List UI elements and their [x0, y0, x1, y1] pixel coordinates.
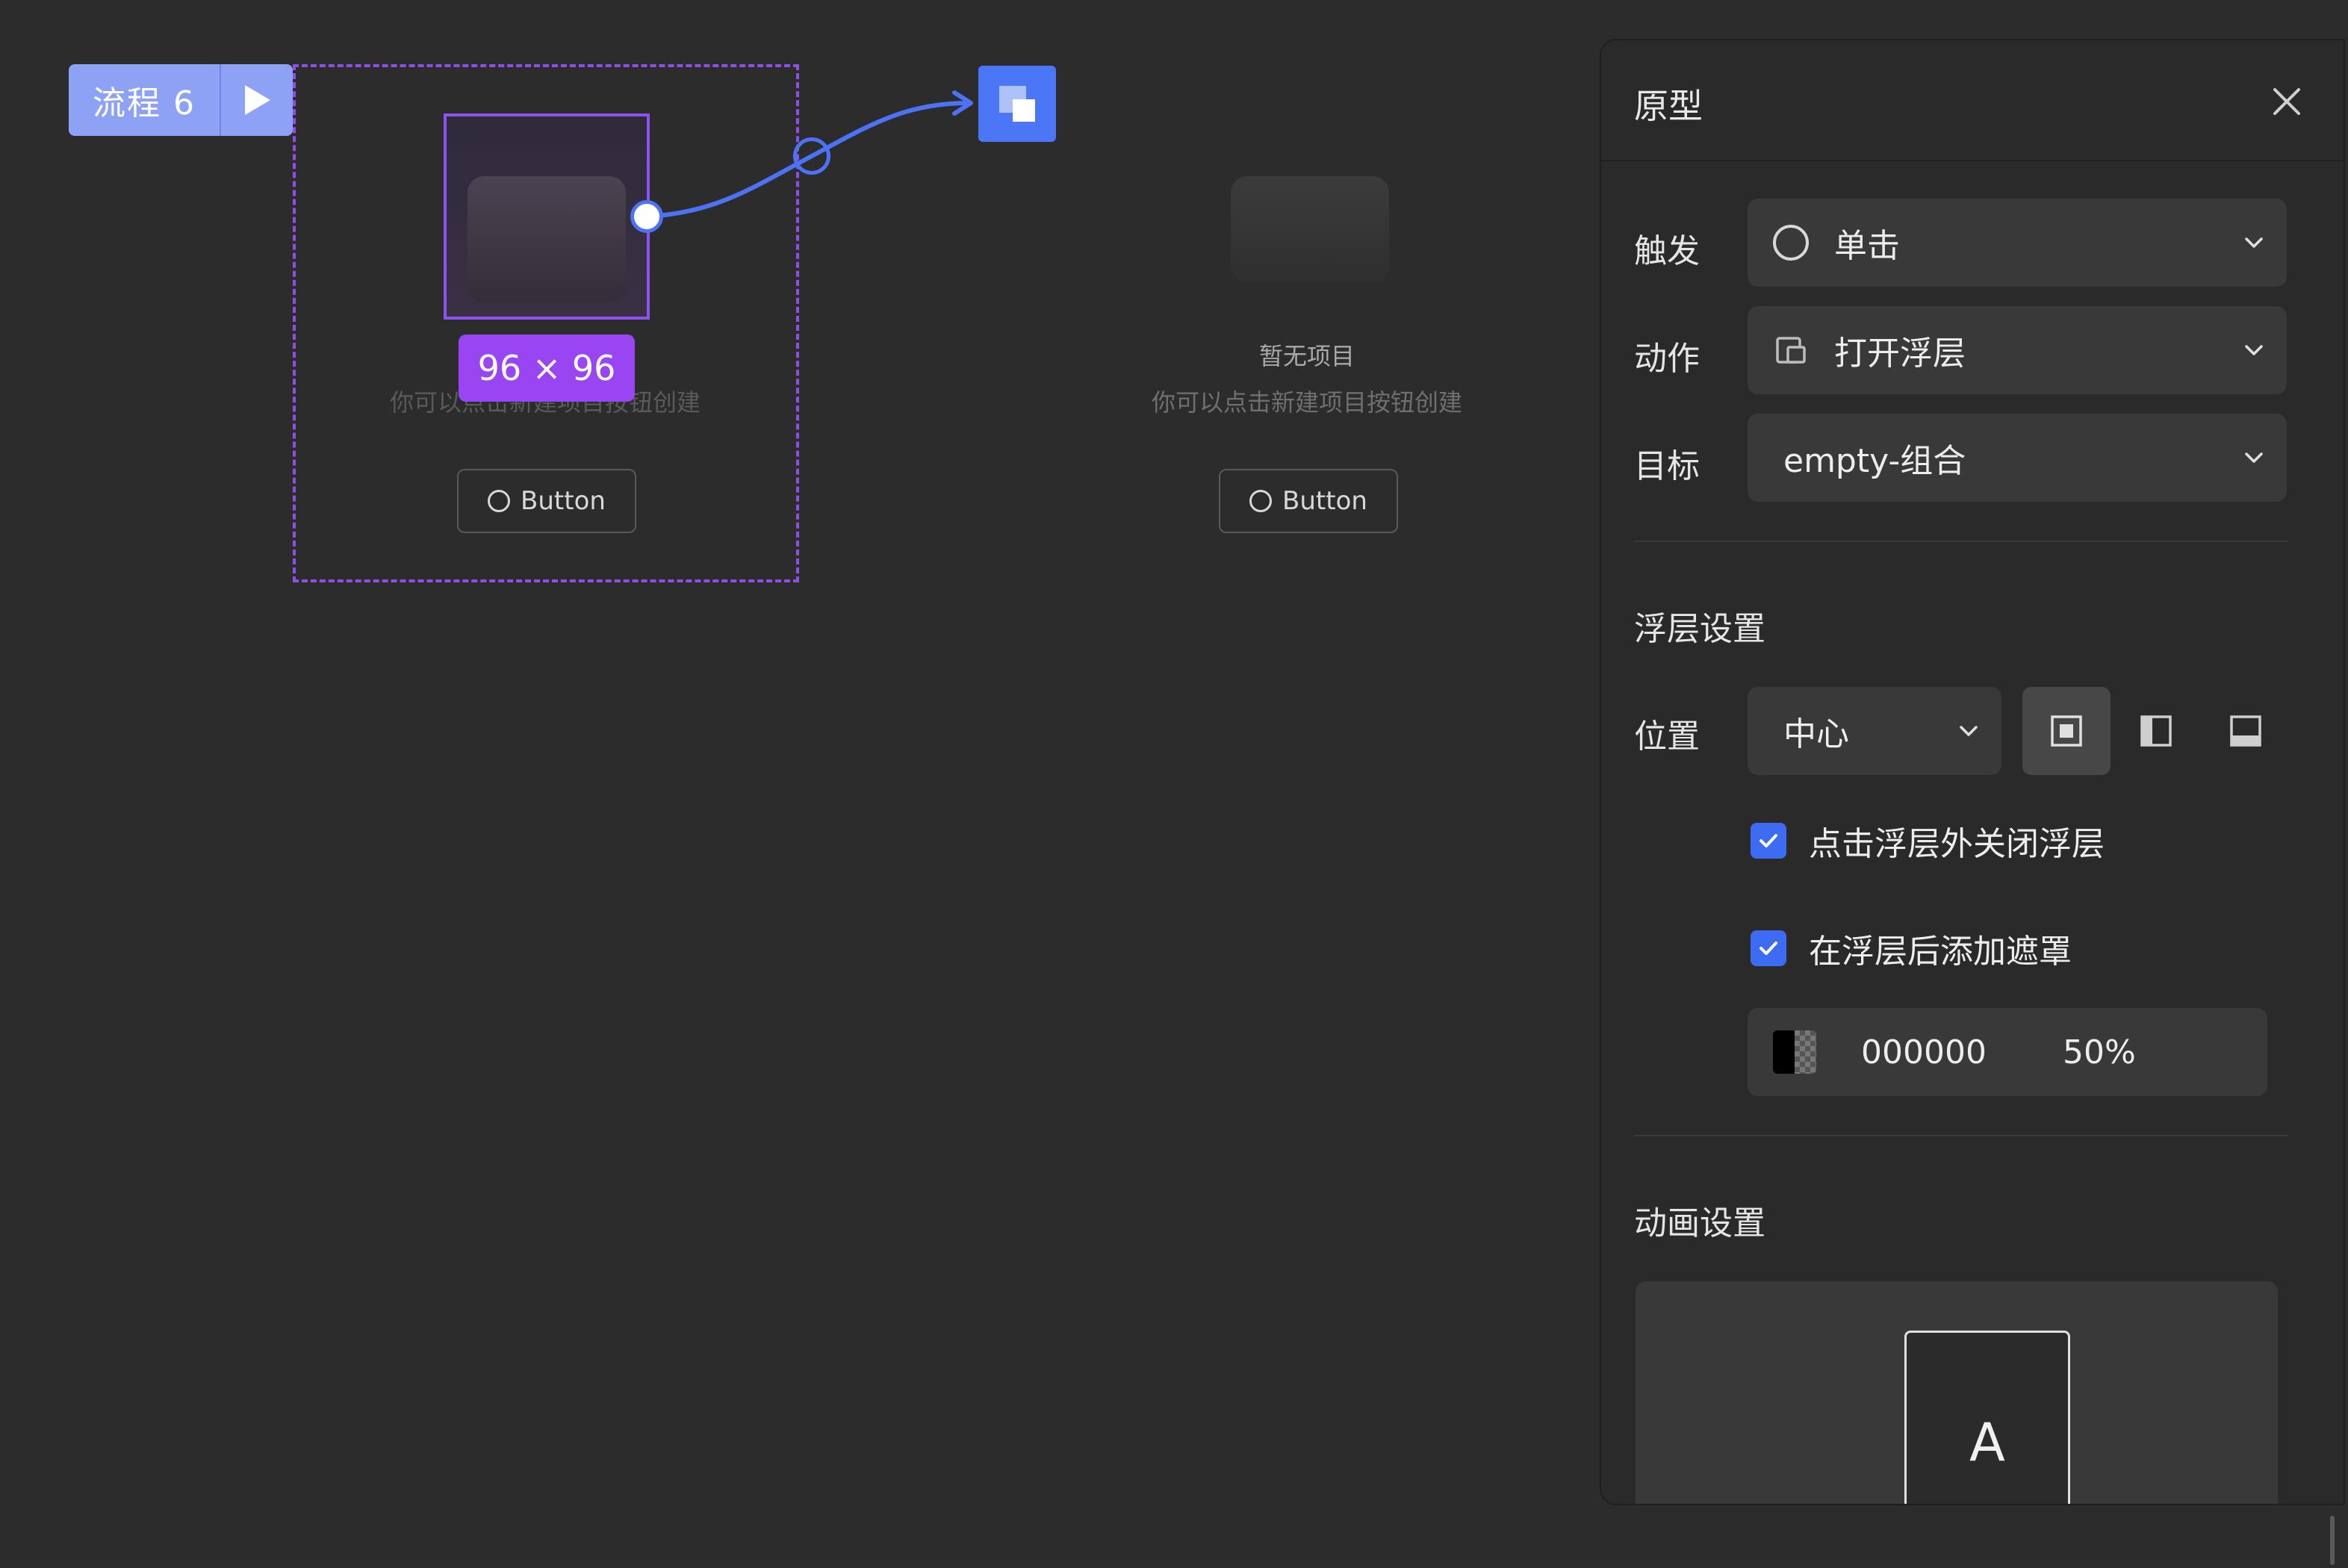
circle-icon — [488, 490, 511, 512]
panel-title: 原型 — [1634, 86, 1703, 126]
checkmark-icon — [1760, 942, 1777, 955]
trigger-select[interactable]: 单击 — [1748, 199, 2287, 287]
trigger-value: 单击 — [1834, 227, 1900, 265]
prototype-connector[interactable] — [0, 0, 1120, 299]
bottom-position-icon — [2230, 715, 2261, 747]
connector-start-handle[interactable] — [630, 200, 663, 233]
add-mask-label: 在浮层后添加遮罩 — [1809, 933, 2072, 971]
chevron-down-icon — [1960, 726, 1978, 736]
left-position-icon — [2140, 715, 2172, 747]
overlay-node-icon — [999, 86, 1035, 122]
connector-mid-handle[interactable] — [793, 137, 830, 175]
target-select[interactable]: empty-组合 — [1748, 414, 2287, 502]
action-select[interactable]: 打开浮层 — [1748, 306, 2287, 394]
circle-icon — [1773, 225, 1809, 261]
position-label: 位置 — [1634, 718, 1700, 756]
close-on-outside-click-option[interactable]: 点击浮层外关闭浮层 — [1751, 817, 2105, 865]
empty-state-thumbnail — [1231, 176, 1389, 282]
divider — [1634, 1135, 2288, 1136]
close-button[interactable] — [2263, 78, 2311, 125]
close-on-outside-click-label: 点击浮层外关闭浮层 — [1809, 825, 2105, 863]
animation-preview-card: A — [1904, 1331, 2070, 1504]
mask-color-field[interactable]: 000000 50% — [1748, 1008, 2267, 1096]
chevron-down-icon — [2245, 237, 2263, 248]
target-overlay-node[interactable] — [978, 66, 1056, 142]
close-on-outside-click-checkbox[interactable] — [1751, 823, 1786, 859]
size-badge: 96 × 96 — [459, 335, 635, 402]
canvas-button[interactable]: Button — [457, 469, 636, 533]
mask-color-hex[interactable]: 000000 — [1861, 1033, 2063, 1071]
empty-state-title: 暂无项目 — [1258, 342, 1355, 370]
mask-color-swatch[interactable] — [1773, 1030, 1816, 1074]
scrollbar[interactable] — [2330, 1516, 2335, 1565]
prototype-editor: 流程 6 你可以点击新建项目按钮创建 96 × 96 Button 暂无项目 你… — [0, 0, 2348, 1568]
add-mask-checkbox[interactable] — [1751, 930, 1786, 966]
canvas-button-label: Button — [521, 486, 606, 516]
center-position-icon — [2051, 715, 2082, 747]
chevron-down-icon — [2245, 345, 2263, 355]
divider — [1634, 541, 2288, 542]
mask-opacity[interactable]: 50% — [2063, 1033, 2136, 1071]
action-value: 打开浮层 — [1834, 335, 1966, 373]
prototype-panel: 原型 触发 单击 动作 打开浮层 目标 empty-组合 浮层设置 位置 中心 … — [1600, 39, 2345, 1505]
position-value: 中心 — [1783, 715, 1849, 753]
animation-preview: A — [1636, 1281, 2278, 1504]
trigger-label: 触发 — [1634, 232, 1700, 270]
empty-state-button[interactable]: Button — [1219, 469, 1398, 533]
overlay-icon — [1776, 337, 1806, 364]
panel-header: 原型 — [1601, 40, 2344, 161]
target-label: 目标 — [1634, 447, 1700, 485]
chevron-down-icon — [2245, 452, 2263, 463]
empty-state-hint: 你可以点击新建项目按钮创建 — [1151, 388, 1462, 417]
add-mask-option[interactable]: 在浮层后添加遮罩 — [1751, 924, 2072, 972]
position-select[interactable]: 中心 — [1748, 687, 2001, 775]
position-center-button[interactable] — [2022, 687, 2111, 775]
animation-settings-title: 动画设置 — [1634, 1204, 1765, 1242]
position-bottom-button[interactable] — [2202, 687, 2290, 775]
empty-state-button-label: Button — [1282, 486, 1367, 516]
action-label: 动作 — [1634, 340, 1700, 378]
close-icon — [2273, 88, 2300, 115]
target-value: empty-组合 — [1783, 442, 1966, 480]
position-left-button[interactable] — [2112, 687, 2200, 775]
circle-icon — [1249, 490, 1273, 512]
checkmark-icon — [1760, 834, 1777, 847]
overlay-settings-title: 浮层设置 — [1634, 610, 1765, 648]
